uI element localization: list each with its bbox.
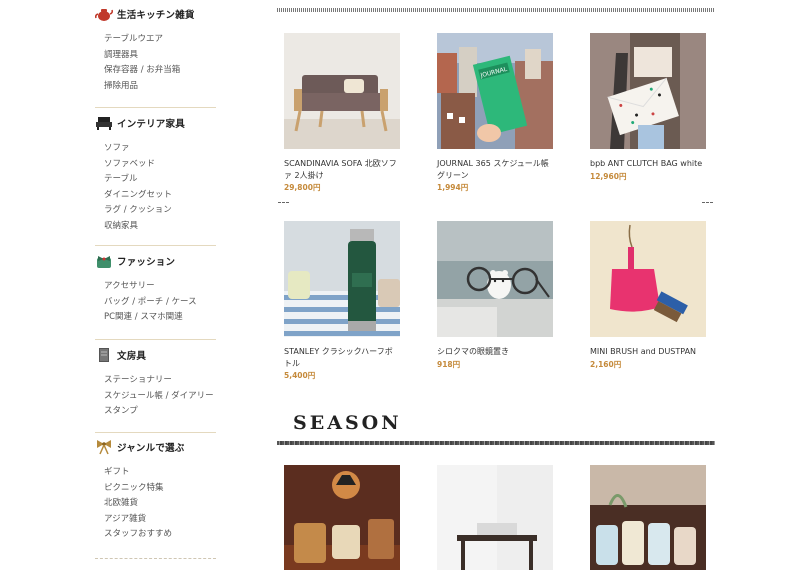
product-card[interactable]: JOURNAL JOURNAL 365 スケジュール帳グリーン 1,994円 [437,33,553,193]
category-link[interactable]: ギフト [104,465,172,481]
product-price: 918円 [437,359,461,369]
bow-icon [95,439,113,455]
category-header[interactable]: ジャンルで選ぶ [95,439,184,455]
decorative-border [277,441,715,445]
product-card[interactable]: MINI BRUSH and DUSTPAN 2,160円 [590,221,706,370]
category-link[interactable]: 調理器具 [104,48,180,64]
season-heading: SEASON [293,412,402,434]
category-kitchen: 生活キッチン雑貨 テーブルウエア 調理器具 保存容器 / お弁当箱 掃除用品 [95,0,216,108]
category-link[interactable]: アクセサリー [104,279,197,295]
category-link[interactable]: スタッフおすすめ [104,527,172,543]
row-divider [278,202,289,203]
product-price: 2,160円 [590,359,622,369]
category-link[interactable]: 掃除用品 [104,79,180,95]
category-header[interactable]: インテリア家具 [95,115,185,131]
product-name[interactable]: MINI BRUSH and DUSTPAN [590,346,706,358]
product-image[interactable] [590,221,706,337]
category-fashion: ファッション アクセサリー バッグ / ポーチ / ケース PC関連 / スマホ… [95,246,216,340]
season-image[interactable] [437,465,553,570]
product-name[interactable]: bpb ANT CLUTCH BAG white [590,158,706,170]
season-image[interactable] [284,465,400,570]
product-name[interactable]: SCANDINAVIA SOFA 北欧ソファ 2人掛け [284,158,400,181]
category-title: 文房具 [117,351,147,362]
product-image[interactable] [437,221,553,337]
ribbon-bag-icon [95,253,113,269]
category-item-list: ステーショナリー スケジュール帳 / ダイアリー スタンプ [104,373,214,420]
category-link[interactable]: 収納家具 [104,219,172,235]
category-item-list: テーブルウエア 調理器具 保存容器 / お弁当箱 掃除用品 [104,32,180,94]
category-stationery: 文房具 ステーショナリー スケジュール帳 / ダイアリー スタンプ [95,340,216,433]
category-genre: ジャンルで選ぶ ギフト ピクニック特集 北欧雑貨 アジア雑貨 スタッフおすすめ [95,433,216,559]
category-link[interactable]: バッグ / ポーチ / ケース [104,295,197,311]
category-item-list: ソファ ソファベッド テーブル ダイニングセット ラグ / クッション 収納家具 [104,141,172,234]
product-price: 1,994円 [437,183,469,192]
category-link[interactable]: テーブルウエア [104,32,180,48]
category-link[interactable]: スタンプ [104,404,214,420]
product-name[interactable]: JOURNAL 365 スケジュール帳グリーン [437,158,553,181]
row-divider [702,202,713,203]
product-card[interactable]: bpb ANT CLUTCH BAG white 12,960円 [590,33,706,182]
category-link[interactable]: アジア雑貨 [104,512,172,528]
category-title: 生活キッチン雑貨 [117,10,195,21]
category-title: インテリア家具 [117,119,185,130]
product-price: 12,960円 [590,171,627,181]
category-sidebar: 生活キッチン雑貨 テーブルウエア 調理器具 保存容器 / お弁当箱 掃除用品 イ… [95,0,216,559]
product-image[interactable] [590,33,706,149]
decorative-border [277,8,715,12]
season-section-header: SEASON [277,410,715,450]
category-title: ジャンルで選ぶ [117,443,185,454]
category-link[interactable]: スケジュール帳 / ダイアリー [104,389,214,405]
category-title: ファッション [117,257,176,268]
season-card[interactable] [284,465,400,570]
category-link[interactable]: 北欧雑貨 [104,496,172,512]
season-card[interactable] [437,465,553,570]
category-link[interactable]: ダイニングセット [104,188,172,204]
category-header[interactable]: ファッション [95,253,175,269]
category-link[interactable]: PC関連 / スマホ関連 [104,310,197,326]
product-image[interactable] [284,221,400,337]
notebook-icon [95,347,113,363]
product-card[interactable]: SCANDINAVIA SOFA 北欧ソファ 2人掛け 29,800円 [284,33,400,193]
product-name[interactable]: STANLEY クラシックハーフボトル [284,346,400,369]
season-card[interactable] [590,465,706,570]
category-link[interactable]: ソファベッド [104,157,172,173]
category-header[interactable]: 文房具 [95,347,146,363]
category-item-list: ギフト ピクニック特集 北欧雑貨 アジア雑貨 スタッフおすすめ [104,465,172,543]
category-item-list: アクセサリー バッグ / ポーチ / ケース PC関連 / スマホ関連 [104,279,197,326]
category-link[interactable]: ソファ [104,141,172,157]
category-header[interactable]: 生活キッチン雑貨 [95,6,195,22]
product-image[interactable]: JOURNAL [437,33,553,149]
category-interior: インテリア家具 ソファ ソファベッド テーブル ダイニングセット ラグ / クッ… [95,108,216,246]
product-price: 5,400円 [284,371,316,380]
product-card[interactable]: シロクマの眼鏡置き 918円 [437,221,553,370]
category-link[interactable]: ステーショナリー [104,373,214,389]
product-name[interactable]: シロクマの眼鏡置き [437,346,553,358]
armchair-icon [95,115,113,131]
product-image[interactable] [284,33,400,149]
category-link[interactable]: ピクニック特集 [104,481,172,497]
category-link[interactable]: 保存容器 / お弁当箱 [104,63,180,79]
teapot-icon [95,6,113,22]
category-link[interactable]: テーブル [104,172,172,188]
product-card[interactable]: STANLEY クラシックハーフボトル 5,400円 [284,221,400,381]
season-image[interactable] [590,465,706,570]
product-price: 29,800円 [284,183,321,192]
category-link[interactable]: ラグ / クッション [104,203,172,219]
